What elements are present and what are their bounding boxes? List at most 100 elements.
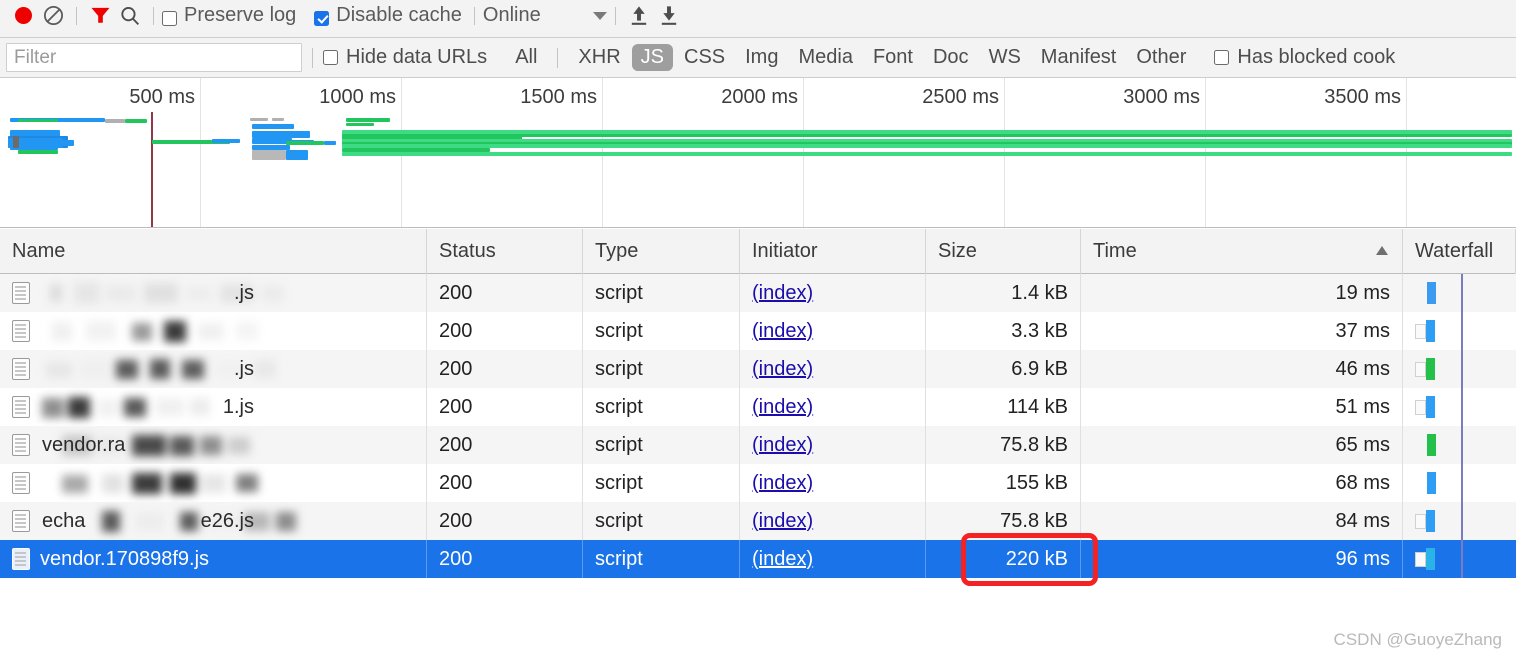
redacted-filename <box>40 318 310 344</box>
waterfall-queue-segment <box>1415 399 1426 415</box>
sort-ascending-icon <box>1376 246 1388 255</box>
timeline-bar <box>342 152 1512 156</box>
cell-status: 200 <box>427 502 583 540</box>
cell-time: 65 ms <box>1081 426 1403 464</box>
preserve-log-box[interactable] <box>162 11 177 26</box>
timeline-bar <box>18 119 58 122</box>
upload-arrow-icon[interactable] <box>624 0 654 33</box>
cell-type: script <box>583 350 740 388</box>
cell-waterfall <box>1403 312 1516 350</box>
download-arrow-icon[interactable] <box>654 0 684 33</box>
column-header-time[interactable]: Time <box>1081 229 1403 274</box>
type-filter-xhr[interactable]: XHR <box>569 44 629 71</box>
table-row[interactable]: echa e26.js 200 script (index) 75.8 kB 84 ms <box>0 502 1516 540</box>
timeline-tick-label: 1000 ms <box>319 86 396 108</box>
cell-name: vendor.170898f9.js <box>0 540 427 578</box>
table-row[interactable]: .js 200 script (index) 6.9 kB 46 ms <box>0 350 1516 388</box>
table-row[interactable]: 200 script (index) 155 kB 68 ms <box>0 464 1516 502</box>
column-header-name[interactable]: Name <box>0 229 427 274</box>
toolbar-divider-3 <box>473 6 475 25</box>
type-filter-other[interactable]: Other <box>1127 44 1195 71</box>
waterfall-download-bar <box>1426 510 1435 532</box>
table-row[interactable]: vendor.ra 200 script (index) 75.8 kB 65 ms <box>0 426 1516 464</box>
timeline-tick-label: 3000 ms <box>1123 86 1200 108</box>
cell-initiator[interactable]: (index) <box>740 312 926 350</box>
column-header-type[interactable]: Type <box>583 229 740 274</box>
type-filter-all[interactable]: All <box>506 44 546 71</box>
hide-data-urls-box[interactable] <box>323 50 338 65</box>
network-overview-timeline[interactable]: 500 ms 1000 ms 1500 ms 2000 ms 2500 ms 3000 m… <box>0 78 1516 228</box>
hide-data-urls-checkbox[interactable]: Hide data URLs <box>323 46 487 69</box>
cell-type: script <box>583 312 740 350</box>
timeline-tick-label: 2000 ms <box>721 86 798 108</box>
type-filter-font[interactable]: Font <box>864 44 922 71</box>
record-circle-icon[interactable] <box>8 0 38 33</box>
cell-initiator[interactable]: (index) <box>740 274 926 312</box>
table-row[interactable]: vendor.170898f9.js 200 script (index) 220 kB… <box>0 540 1516 578</box>
cell-name: vendor.ra <box>0 426 427 464</box>
column-header-label: Type <box>595 240 639 262</box>
script-file-icon <box>12 358 30 380</box>
type-filter-img[interactable]: Img <box>736 44 787 71</box>
cell-status: 200 <box>427 388 583 426</box>
waterfall-download-bar <box>1427 282 1436 304</box>
type-filter-css[interactable]: CSS <box>675 44 734 71</box>
cell-name: 1.js <box>0 388 427 426</box>
cell-initiator[interactable]: (index) <box>740 350 926 388</box>
script-file-icon <box>12 510 30 532</box>
column-header-status[interactable]: Status <box>427 229 583 274</box>
cell-time: 51 ms <box>1081 388 1403 426</box>
filename: vendor.170898f9.js <box>40 547 210 570</box>
timeline-tick-label: 500 ms <box>129 86 195 108</box>
cell-time: 68 ms <box>1081 464 1403 502</box>
cell-type: script <box>583 502 740 540</box>
script-file-icon <box>12 320 30 342</box>
waterfall-download-bar <box>1426 396 1435 418</box>
type-filter-js[interactable]: JS <box>631 44 673 71</box>
cell-waterfall <box>1403 426 1516 464</box>
waterfall-download-bar <box>1426 358 1435 380</box>
cell-name: echa e26.js <box>0 502 427 540</box>
cell-status: 200 <box>427 274 583 312</box>
timeline-bar <box>272 118 284 121</box>
column-header-waterfall[interactable]: Waterfall <box>1403 229 1516 274</box>
type-filter-media[interactable]: Media <box>789 44 861 71</box>
cell-size: 114 kB <box>926 388 1081 426</box>
column-header-size[interactable]: Size <box>926 229 1081 274</box>
timeline-bar <box>252 131 310 138</box>
cell-initiator[interactable]: (index) <box>740 426 926 464</box>
timeline-bar <box>212 139 240 143</box>
funnel-filter-icon[interactable] <box>85 0 115 33</box>
preserve-log-checkbox[interactable]: Preserve log <box>162 4 296 27</box>
table-header-row: Name Status Type Initiator Size Time Waterfall <box>0 229 1516 274</box>
filename-extension-part: e26.js <box>200 509 254 532</box>
type-filter-doc[interactable]: Doc <box>924 44 978 71</box>
script-file-icon <box>12 396 30 418</box>
search-icon[interactable] <box>115 0 145 33</box>
cell-name: .js <box>0 350 427 388</box>
type-filter-ws[interactable]: WS <box>980 44 1030 71</box>
table-row[interactable]: 200 script (index) 3.3 kB 37 ms <box>0 312 1516 350</box>
chevron-down-icon[interactable] <box>592 11 607 20</box>
has-blocked-cookies-box[interactable] <box>1214 50 1230 65</box>
cell-status: 200 <box>427 426 583 464</box>
cell-initiator[interactable]: (index) <box>740 540 926 578</box>
filename-visible-part: vendor.ra <box>42 433 126 456</box>
waterfall-download-bar <box>1427 434 1436 456</box>
has-blocked-cookies-checkbox[interactable]: Has blocked cook <box>1214 46 1395 69</box>
disable-cache-checkbox[interactable]: Disable cache <box>314 4 462 27</box>
throttling-select[interactable]: Online <box>483 4 607 27</box>
table-row[interactable]: 1.js 200 script (index) 114 kB 51 ms <box>0 388 1516 426</box>
clear-prohibited-icon[interactable] <box>38 0 68 33</box>
disable-cache-box[interactable] <box>314 11 330 26</box>
cell-initiator[interactable]: (index) <box>740 502 926 540</box>
cell-initiator[interactable]: (index) <box>740 388 926 426</box>
table-row[interactable]: .js 200 script (index) 1.4 kB 19 ms <box>0 274 1516 312</box>
type-filter-manifest[interactable]: Manifest <box>1032 44 1126 71</box>
search-input[interactable] <box>6 43 302 72</box>
cell-initiator[interactable]: (index) <box>740 464 926 502</box>
waterfall-download-bar <box>1426 320 1435 342</box>
column-header-initiator[interactable]: Initiator <box>740 229 926 274</box>
cell-size: 6.9 kB <box>926 350 1081 388</box>
timeline-bar <box>13 136 19 148</box>
